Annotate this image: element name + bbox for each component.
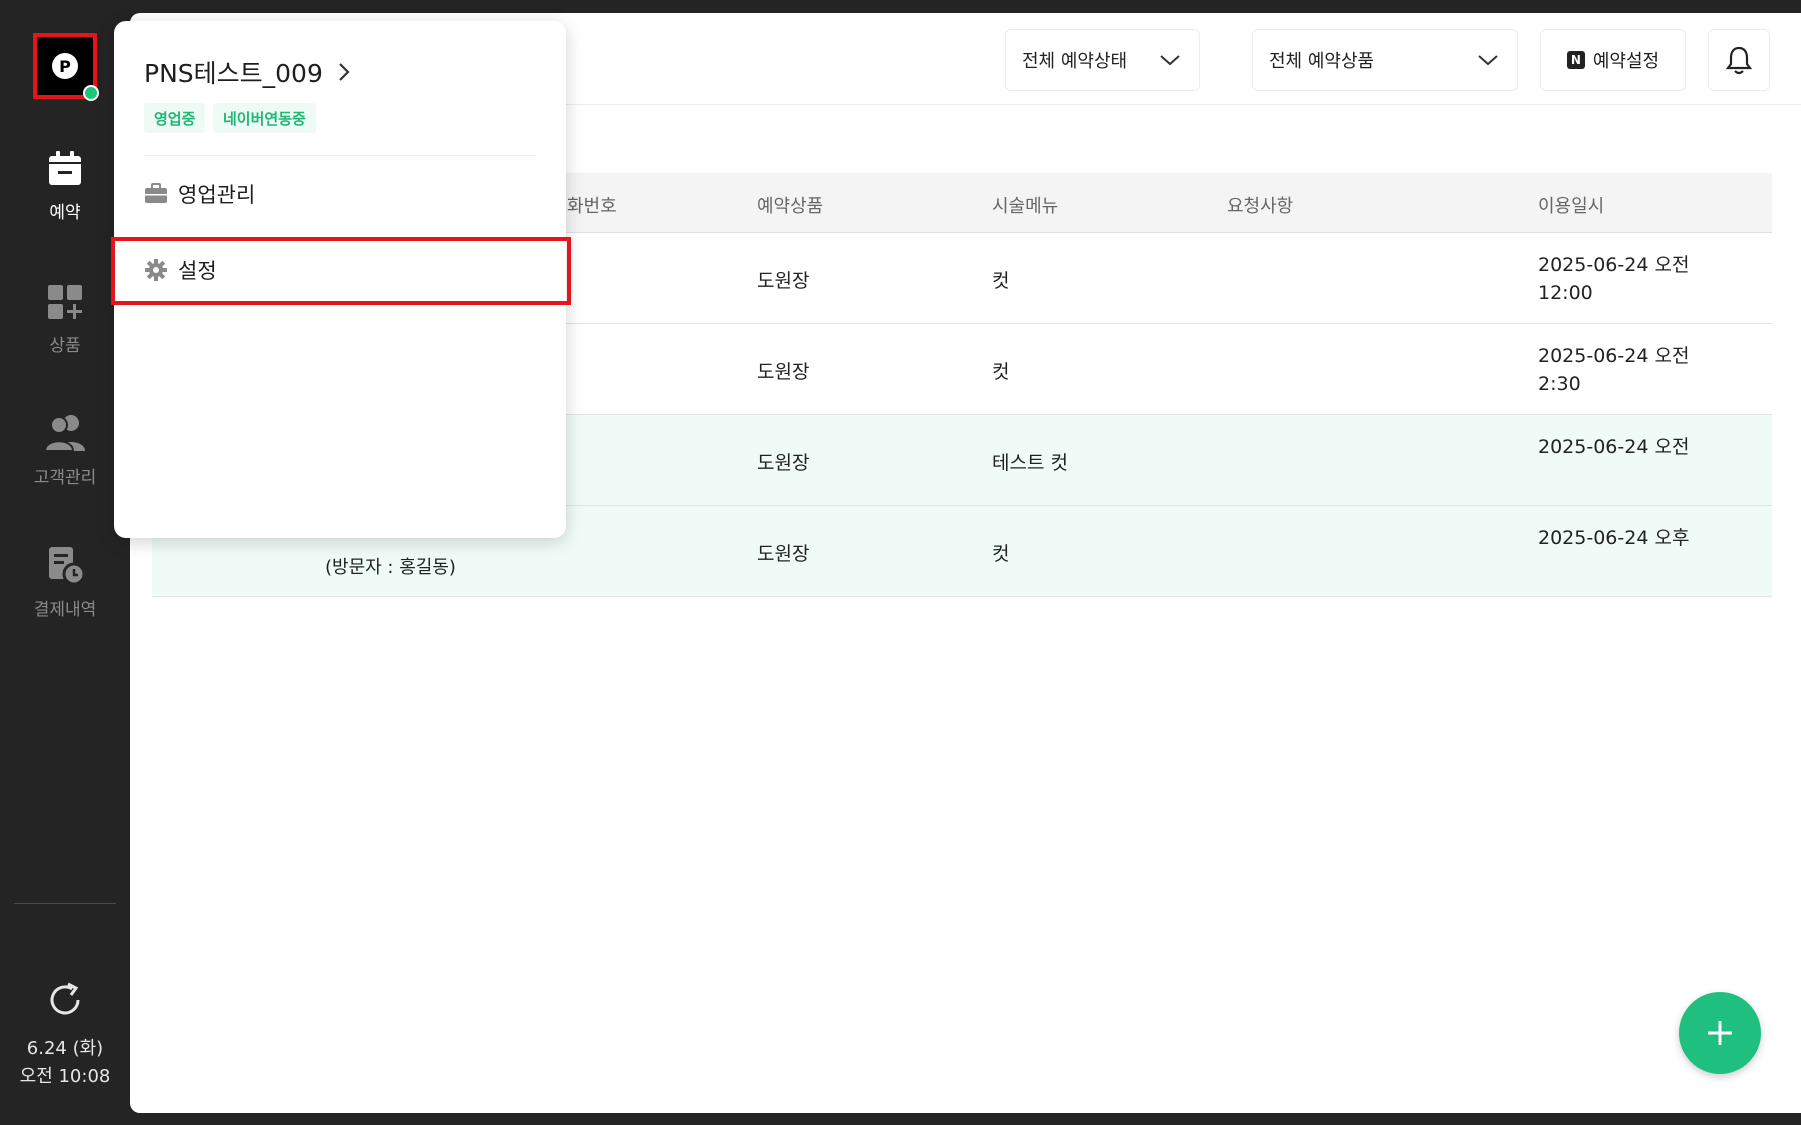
status-filter-label: 전체 예약상태 [1022, 51, 1128, 72]
column-header-phone: 화번호 [567, 196, 617, 217]
sidebar-item-label: 결제내역 [33, 600, 97, 620]
settings-highlight-box [111, 237, 571, 305]
product-filter-select[interactable]: 전체 예약상품 [1252, 29, 1518, 91]
column-header-request: 요청사항 [1227, 196, 1294, 217]
row-datetime: 2025-06-24 오전 2:30 [1538, 342, 1689, 398]
row-menu: 컷 [992, 543, 1010, 565]
column-header-datetime: 이용일시 [1538, 196, 1605, 217]
row-product: 도원장 [757, 361, 810, 383]
sidebar-item-customers[interactable]: 고객관리 [0, 413, 130, 488]
calendar-icon [49, 151, 81, 185]
notification-button[interactable] [1708, 29, 1770, 91]
current-time: 오전 10:08 [19, 1066, 111, 1087]
people-icon [43, 415, 85, 452]
row-date: 2025-06-24 오전 [1538, 254, 1690, 276]
row-product: 도원장 [757, 452, 810, 474]
sidebar-item-label: 상품 [49, 336, 81, 356]
product-filter-label: 전체 예약상품 [1269, 51, 1375, 72]
row-menu: 컷 [992, 270, 1010, 292]
popover-divider [144, 155, 536, 156]
row-date: 2025-06-24 오전 [1538, 436, 1690, 458]
chevron-right-icon [339, 63, 350, 81]
reservation-settings-label: 예약설정 [1592, 51, 1660, 72]
store-name: PNS테스트_009 [144, 59, 323, 88]
row-date: 2025-06-24 오후 [1538, 527, 1690, 549]
row-menu: 테스트 컷 [992, 452, 1068, 474]
row-menu: 컷 [992, 361, 1010, 383]
store-logo-button[interactable]: P [33, 33, 99, 101]
refresh-button[interactable] [45, 980, 85, 1024]
bell-icon [1725, 46, 1753, 75]
naver-icon: N [1566, 51, 1585, 69]
column-header-product: 예약상품 [757, 196, 824, 217]
menu-item-business-management[interactable]: 영업관리 [144, 179, 255, 209]
refresh-icon [50, 982, 80, 1015]
row-date: 2025-06-24 오전 [1538, 345, 1690, 367]
sidebar-item-reservation[interactable]: 예약 [0, 150, 130, 223]
sidebar-item-label: 고객관리 [33, 468, 97, 488]
row-product: 도원장 [757, 270, 810, 292]
receipt-clock-icon [49, 547, 85, 585]
sidebar-divider [14, 903, 116, 904]
row-product: 도원장 [757, 543, 810, 565]
status-badge-naver-linked: 네이버연동중 [213, 103, 316, 133]
current-datetime: 6.24 (화) 오전 10:08 [0, 1035, 130, 1091]
grid-plus-icon [48, 285, 82, 319]
row-visitor: (방문자 : 홍길동) [325, 557, 456, 578]
plus-icon [1708, 1021, 1732, 1045]
store-name-link[interactable]: PNS테스트_009 [144, 54, 351, 90]
sidebar-item-label: 예약 [49, 203, 81, 223]
row-time: 2:30 [1538, 373, 1581, 395]
add-reservation-button[interactable] [1679, 992, 1761, 1074]
sidebar: P 예약 상품 고객관리 결제내역 6.24 (화) 오전 10:08 [0, 0, 130, 1125]
row-datetime: 2025-06-24 오전 [1538, 433, 1689, 461]
chevron-down-icon [1160, 55, 1180, 66]
reservation-settings-button[interactable]: N 예약설정 [1540, 29, 1686, 91]
briefcase-icon [145, 183, 167, 203]
status-badge-open: 영업중 [144, 103, 206, 133]
online-status-dot [83, 85, 99, 101]
row-datetime: 2025-06-24 오후 [1538, 524, 1689, 552]
menu-item-label: 영업관리 [178, 183, 256, 207]
logo-icon: P [52, 53, 78, 79]
row-datetime: 2025-06-24 오전 12:00 [1538, 251, 1689, 307]
status-filter-select[interactable]: 전체 예약상태 [1005, 29, 1200, 91]
row-time: 12:00 [1538, 282, 1593, 304]
chevron-down-icon [1478, 55, 1498, 66]
column-header-menu: 시술메뉴 [992, 196, 1059, 217]
sidebar-item-payments[interactable]: 결제내역 [0, 545, 130, 620]
current-date: 6.24 (화) [26, 1038, 104, 1059]
